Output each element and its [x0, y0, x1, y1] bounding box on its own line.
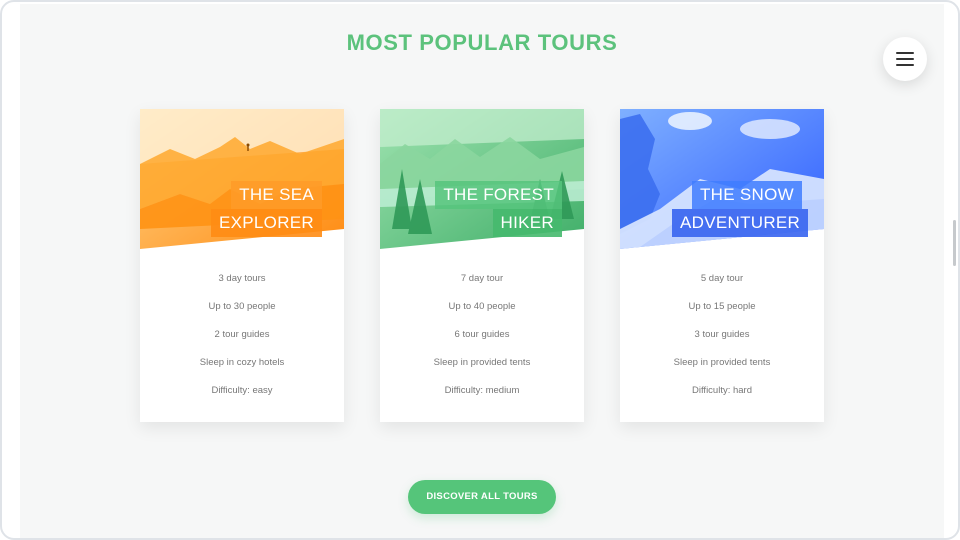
discover-all-tours-button[interactable]: DISCOVER ALL TOURS: [408, 480, 556, 514]
tour-card-snow-adventurer[interactable]: THE SNOW ADVENTURER 5 day tour Up to 15 …: [620, 109, 824, 422]
section-title: MOST POPULAR TOURS: [346, 30, 618, 55]
tour-detail-duration: 3 day tours: [218, 273, 266, 284]
tour-detail-accommodation: Sleep in cozy hotels: [199, 357, 285, 368]
menu-button[interactable]: [883, 37, 927, 81]
tour-detail-duration: 5 day tour: [700, 273, 744, 284]
tour-card-heading: THE SNOW ADVENTURER: [672, 181, 809, 237]
tour-card-heading-line2: HIKER: [492, 209, 562, 237]
tour-detail-duration: 7 day tour: [460, 273, 504, 284]
tour-detail-group-size: Up to 40 people: [448, 301, 516, 312]
hamburger-menu-icon-bar: [896, 64, 914, 66]
tour-card-heading-line1: THE FOREST: [435, 181, 562, 209]
browser-frame: MOST POPULAR TOURS THE SEA EXPLORER 3 da…: [0, 0, 960, 540]
tour-detail-group-size: Up to 30 people: [208, 301, 276, 312]
tour-detail-difficulty: Difficulty: medium: [444, 385, 520, 396]
tour-card-heading-line2: EXPLORER: [211, 209, 322, 237]
tour-detail-group-size: Up to 15 people: [688, 301, 756, 312]
tour-card-sea-explorer[interactable]: THE SEA EXPLORER 3 day tours Up to 30 pe…: [140, 109, 344, 422]
vertical-scrollbar[interactable]: [953, 220, 956, 266]
tour-card-heading-line1: THE SNOW: [691, 181, 802, 209]
hamburger-menu-icon: [896, 52, 914, 54]
tour-detail-guides: 3 tour guides: [694, 329, 750, 340]
tour-details-list: 5 day tour Up to 15 people 3 tour guides…: [620, 269, 824, 409]
tour-card-heading-line1: THE SEA: [231, 181, 322, 209]
tour-card-heading: THE SEA EXPLORER: [192, 181, 322, 237]
tour-card-forest-hiker[interactable]: THE FOREST HIKER 7 day tour Up to 40 peo…: [380, 109, 584, 422]
tour-detail-difficulty: Difficulty: easy: [211, 385, 273, 396]
tour-card-image: THE FOREST HIKER: [380, 109, 584, 249]
tour-detail-accommodation: Sleep in provided tents: [433, 357, 531, 368]
tour-detail-guides: 6 tour guides: [454, 329, 510, 340]
tours-section: MOST POPULAR TOURS THE SEA EXPLORER 3 da…: [20, 4, 944, 538]
tour-detail-difficulty: Difficulty: hard: [691, 385, 752, 396]
tour-card-heading-line2: ADVENTURER: [672, 209, 809, 237]
tour-detail-guides: 2 tour guides: [214, 329, 270, 340]
tour-card-image: THE SEA EXPLORER: [140, 109, 344, 249]
tour-card-heading: THE FOREST HIKER: [432, 181, 562, 237]
tour-card-image: THE SNOW ADVENTURER: [620, 109, 824, 249]
hamburger-menu-icon-bar: [896, 58, 914, 60]
tour-details-list: 3 day tours Up to 30 people 2 tour guide…: [140, 269, 344, 409]
tour-details-list: 7 day tour Up to 40 people 6 tour guides…: [380, 269, 584, 409]
tour-detail-accommodation: Sleep in provided tents: [673, 357, 771, 368]
